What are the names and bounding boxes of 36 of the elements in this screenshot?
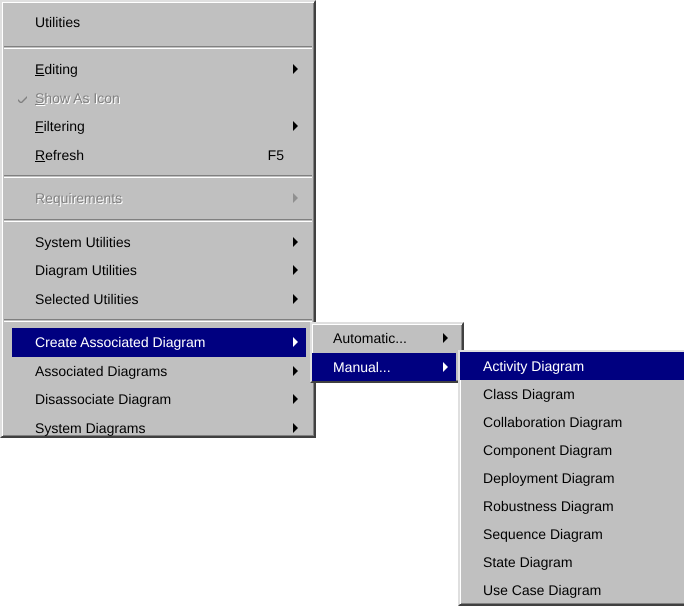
menu-item[interactable]: Activity Diagram [460, 352, 684, 380]
menu-item[interactable]: Disassociate Diagram [12, 385, 306, 414]
menu-item[interactable]: System Diagrams [12, 414, 306, 442]
submenu-arrow-icon [443, 333, 448, 344]
menu-item[interactable]: Diagram Utilities [12, 256, 306, 284]
menu-item[interactable]: Automatic... [312, 324, 456, 352]
submenu-arrow-icon [293, 121, 298, 132]
checkmark-icon [18, 94, 27, 102]
menu-item[interactable]: System Utilities [12, 228, 306, 256]
submenu-arrow-icon [293, 193, 298, 204]
shortcut-text: F5 [268, 146, 284, 163]
menu-title: Utilities [34, 13, 82, 32]
menu-item[interactable]: Deployment Diagram [460, 464, 684, 492]
menu-item[interactable]: Editing [12, 55, 306, 84]
menu-item[interactable]: Filtering [12, 112, 306, 140]
submenu-arrow-icon [293, 394, 298, 404]
menu-item[interactable]: Refresh F5 [12, 140, 306, 169]
submenu-arrow-icon [293, 236, 298, 247]
submenu-arrow-icon [293, 422, 298, 433]
menu-item[interactable]: State Diagram [460, 548, 684, 576]
menu-item[interactable]: Manual... [312, 352, 456, 381]
submenu-arrow-icon [293, 294, 298, 304]
menu-item[interactable]: Selected Utilities [12, 284, 306, 313]
submenu-arrow-icon [293, 366, 298, 376]
menu-item[interactable]: Use Case Diagram [460, 576, 684, 604]
menu-item[interactable]: Class Diagram [460, 380, 684, 408]
menu-item[interactable]: Sequence Diagram [460, 520, 684, 548]
menu-item[interactable]: Collaboration Diagram [460, 408, 684, 436]
submenu-arrow-icon [293, 64, 298, 74]
submenu-arrow-icon [293, 265, 298, 276]
submenu-arrow-icon [293, 337, 298, 348]
submenu-arrow-icon [443, 362, 448, 372]
menu-item[interactable]: Robustness Diagram [460, 492, 684, 520]
menu-item[interactable]: Create Associated Diagram [12, 328, 306, 356]
menu-item[interactable]: Associated Diagrams [12, 356, 306, 385]
menu-item[interactable]: Component Diagram [460, 436, 684, 464]
